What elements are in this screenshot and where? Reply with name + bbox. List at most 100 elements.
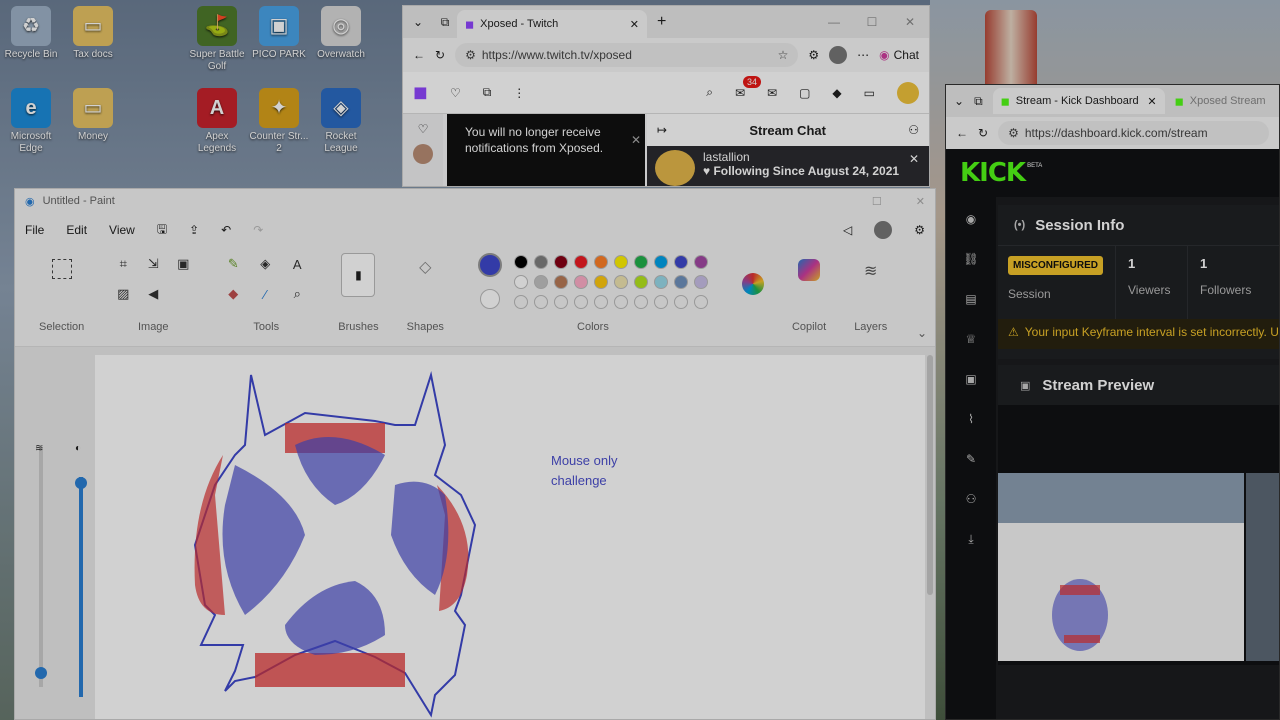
desktop-icon[interactable]: ▭ Tax docs bbox=[62, 6, 124, 61]
feedback-icon[interactable]: ◁ bbox=[843, 223, 852, 237]
desktop-icon[interactable]: ♻ Recycle Bin bbox=[0, 6, 62, 61]
custom-color-slot[interactable] bbox=[533, 295, 548, 309]
custom-color-slot[interactable] bbox=[553, 295, 568, 309]
color-picker-icon[interactable]: ⁄ bbox=[254, 283, 276, 305]
kick-logo[interactable]: KICK bbox=[960, 158, 1026, 188]
brush-icon[interactable]: ▮ bbox=[341, 253, 376, 297]
color-swatch[interactable] bbox=[573, 275, 588, 289]
copilot-chat-button[interactable]: ◉ Chat bbox=[879, 48, 919, 62]
sidebar-analytics-icon[interactable]: ▤ bbox=[946, 279, 996, 319]
tab-twitch[interactable]: ◼ Xposed - Twitch ✕ bbox=[457, 10, 647, 38]
share-icon[interactable]: ⇪ bbox=[189, 223, 199, 237]
color-swatch[interactable] bbox=[673, 255, 688, 269]
inbox-icon[interactable]: ✉ bbox=[767, 86, 777, 100]
save-icon[interactable]: 🖫 bbox=[157, 220, 167, 241]
custom-color-slot[interactable] bbox=[613, 295, 628, 309]
sidebar-chart-icon[interactable]: ⌇ bbox=[946, 399, 996, 439]
workspaces-icon[interactable]: ⧉ bbox=[433, 15, 457, 30]
close-window-icon[interactable]: ✕ bbox=[916, 195, 925, 208]
favorite-star-icon[interactable]: ☆ bbox=[778, 48, 789, 62]
tab-kick-dashboard[interactable]: ◼ Stream - Kick Dashboard ✕ bbox=[992, 88, 1165, 114]
color-swatch[interactable] bbox=[693, 255, 708, 269]
rectangle-select-icon[interactable] bbox=[51, 259, 72, 279]
custom-color-slot[interactable] bbox=[673, 295, 688, 309]
menu-file[interactable]: File bbox=[25, 223, 44, 237]
workspaces-icon[interactable]: ⧉ bbox=[974, 94, 983, 109]
pencil-icon[interactable]: ✎ bbox=[222, 253, 244, 275]
desktop-icon[interactable]: ▭ Money bbox=[62, 88, 124, 143]
desktop-icon[interactable]: e Microsoft Edge bbox=[0, 88, 62, 155]
extensions-icon[interactable]: ⚙ bbox=[808, 48, 819, 62]
custom-color-slot[interactable] bbox=[633, 295, 648, 309]
desktop-icon[interactable]: ◎ Overwatch bbox=[310, 6, 372, 61]
menu-view[interactable]: View bbox=[109, 223, 135, 237]
channel-avatar[interactable] bbox=[413, 144, 433, 164]
color-swatch[interactable] bbox=[573, 255, 588, 269]
sidebar-stream-icon[interactable]: ◉ bbox=[946, 199, 996, 239]
back-icon[interactable]: ← bbox=[956, 126, 968, 140]
profile-avatar[interactable] bbox=[829, 46, 848, 64]
custom-color-slot[interactable] bbox=[693, 295, 708, 309]
menu-edit[interactable]: Edit bbox=[66, 223, 87, 237]
magnifier-icon[interactable]: ⌕ bbox=[286, 283, 308, 305]
color-swatch[interactable] bbox=[633, 275, 648, 289]
close-window-icon[interactable]: ✕ bbox=[891, 15, 929, 29]
color-swatch[interactable] bbox=[553, 255, 568, 269]
tab-kick-stream[interactable]: ◼ Xposed Stream bbox=[1175, 95, 1266, 108]
color-swatch[interactable] bbox=[513, 275, 528, 289]
settings-gear-icon[interactable]: ⚙ bbox=[914, 223, 925, 237]
fill-icon[interactable]: ◈ bbox=[254, 253, 276, 275]
secondary-color-swatch[interactable] bbox=[479, 289, 500, 309]
desktop-icon[interactable]: ⛳ Super Battle Golf bbox=[186, 6, 248, 73]
sidebar-download-icon[interactable]: ⤓ bbox=[946, 519, 996, 559]
browse-icon[interactable]: ⧉ bbox=[483, 85, 492, 100]
remove-bg-icon[interactable]: ▨ bbox=[112, 283, 134, 305]
refresh-icon[interactable]: ↻ bbox=[978, 126, 988, 140]
sidebar-trophy-icon[interactable]: ♕ bbox=[946, 319, 996, 359]
user-avatar[interactable] bbox=[897, 81, 919, 104]
sidebar-link-icon[interactable]: ⛓ bbox=[946, 239, 996, 279]
prime-icon[interactable]: ▭ bbox=[864, 86, 875, 100]
url-field[interactable]: ⚙ https://dashboard.kick.com/stream bbox=[998, 121, 1269, 145]
notifications-icon[interactable]: ✉ 34 bbox=[735, 75, 761, 100]
site-info-icon[interactable]: ⚙ bbox=[465, 48, 476, 62]
color-swatch[interactable] bbox=[613, 255, 628, 269]
following-heart-icon[interactable]: ♡ bbox=[450, 86, 461, 100]
color-swatch[interactable] bbox=[633, 255, 648, 269]
back-icon[interactable]: ← bbox=[413, 48, 425, 62]
opacity-slider[interactable] bbox=[79, 477, 83, 697]
color-swatch[interactable] bbox=[513, 255, 528, 269]
minimize-icon[interactable]: — bbox=[815, 15, 853, 29]
text-icon[interactable]: A bbox=[286, 253, 308, 275]
eraser-icon[interactable]: ◆ bbox=[222, 283, 244, 305]
color-swatch[interactable] bbox=[593, 275, 608, 289]
close-notice-icon[interactable]: ✕ bbox=[631, 132, 641, 148]
community-icon[interactable]: ⚇ bbox=[908, 123, 919, 137]
sidebar-users-icon[interactable]: ⚇ bbox=[946, 479, 996, 519]
ribbon-collapse-icon[interactable]: ⌄ bbox=[917, 326, 927, 340]
color-swatch[interactable] bbox=[653, 255, 668, 269]
color-swatch[interactable] bbox=[693, 275, 708, 289]
account-avatar[interactable] bbox=[874, 221, 893, 239]
color-swatch[interactable] bbox=[653, 275, 668, 289]
desktop-icon[interactable]: ◈ Rocket League bbox=[310, 88, 372, 155]
shapes-icon[interactable]: ◇ bbox=[413, 257, 437, 281]
custom-color-slot[interactable] bbox=[573, 295, 588, 309]
color-swatch[interactable] bbox=[553, 275, 568, 289]
resize-icon[interactable]: ⇲ bbox=[142, 253, 164, 275]
desktop-icon[interactable]: ▣ PICO PARK bbox=[248, 6, 310, 61]
color-swatch[interactable] bbox=[593, 255, 608, 269]
more-icon[interactable]: ⋯ bbox=[857, 48, 869, 62]
whispers-icon[interactable]: ▢ bbox=[799, 86, 810, 100]
url-field[interactable]: ⚙ https://www.twitch.tv/xposed ☆ bbox=[455, 43, 799, 67]
layers-icon[interactable]: ≋ bbox=[864, 261, 877, 281]
twitch-logo-icon[interactable]: ◼ bbox=[413, 82, 428, 103]
image-select-icon[interactable]: ▣ bbox=[172, 253, 194, 275]
sidebar-video-icon[interactable]: ▣ bbox=[946, 359, 996, 399]
more-options-icon[interactable]: ⋮ bbox=[513, 86, 525, 100]
custom-color-slot[interactable] bbox=[653, 295, 668, 309]
brush-size-handle[interactable] bbox=[35, 667, 47, 679]
crop-icon[interactable]: ⌗ bbox=[112, 253, 134, 275]
tab-actions-icon[interactable]: ⌄ bbox=[403, 15, 433, 29]
vertical-scrollbar[interactable] bbox=[927, 355, 933, 595]
